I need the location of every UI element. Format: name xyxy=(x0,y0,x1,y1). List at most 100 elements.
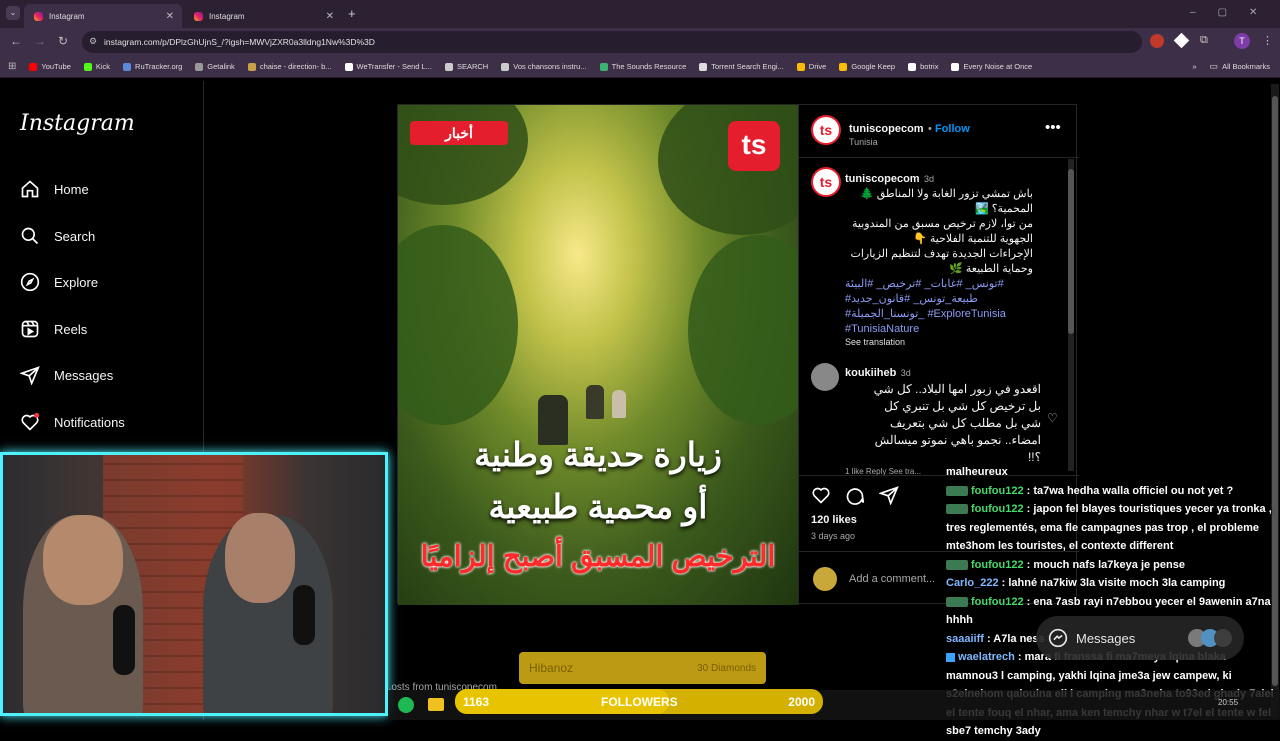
comment-bubble-icon xyxy=(846,488,865,505)
followers-label: FOLLOWERS xyxy=(601,695,678,709)
nav-home[interactable]: Home xyxy=(20,179,89,199)
microphone-left xyxy=(113,605,135,675)
nav-notifications[interactable]: Notifications xyxy=(20,412,125,432)
close-window-icon[interactable]: ✕ xyxy=(1249,7,1279,18)
chat-username[interactable]: foufou122 xyxy=(971,596,1024,608)
bookmark-item[interactable]: Google Keep xyxy=(839,62,895,71)
hashtag-line[interactable]: #طبيعة_تونس_ #قانون_جديد xyxy=(845,292,1033,307)
nav-search[interactable]: Search xyxy=(20,226,95,246)
bookmark-favicon-icon xyxy=(83,62,92,71)
bookmark-item[interactable]: botrix xyxy=(908,62,938,71)
bookmark-item[interactable]: WeTransfer - Send L... xyxy=(344,62,432,71)
caption-line: من توا، لازم ترخيص مسبق من المندوبية xyxy=(852,218,1033,230)
close-tab-icon[interactable]: ✕ xyxy=(166,11,174,22)
follow-button[interactable]: Follow xyxy=(935,123,970,135)
bookmark-item[interactable]: SEARCH xyxy=(444,62,488,71)
bookmark-label: YouTube xyxy=(41,62,71,71)
instagram-favicon-icon xyxy=(194,11,203,21)
bookmark-item[interactable]: Getalink xyxy=(195,62,235,71)
hashtag-line[interactable]: #تونسنا_الجميلة_ #ExploreTunisia xyxy=(845,307,1033,322)
nav-messages[interactable]: Messages xyxy=(20,365,113,385)
bookmark-favicon-icon xyxy=(699,62,708,71)
author-avatar[interactable]: ts xyxy=(811,115,841,145)
bookmark-item[interactable]: Kick xyxy=(83,62,110,71)
comment-line: امضاء.. نجمو باهي نموتو ميسالش xyxy=(874,433,1041,447)
like-comment-heart-icon[interactable]: ♡ xyxy=(1047,411,1058,425)
maximize-icon[interactable]: ▢ xyxy=(1218,7,1249,18)
post-location[interactable]: Tunisia xyxy=(849,137,970,147)
url-field[interactable]: ⚙ instagram.com/p/DPlzGhUjnS_/?igsh=MWVj… xyxy=(82,31,1142,53)
likes-count[interactable]: 120 likes xyxy=(811,514,857,526)
emoji-picker-icon[interactable] xyxy=(813,567,837,591)
bookmark-item[interactable]: Vos chansons instru... xyxy=(501,62,587,71)
microphone-right xyxy=(293,585,315,645)
bookmark-favicon-icon xyxy=(247,62,256,71)
nav-reels[interactable]: Reels xyxy=(20,319,87,339)
close-tab-icon[interactable]: ✕ xyxy=(326,11,334,22)
bookmark-item[interactable]: The Sounds Resource xyxy=(599,62,686,71)
hashtag-line[interactable]: #TunisiaNature xyxy=(845,322,1033,337)
send-icon xyxy=(20,366,40,385)
bookmark-favicon-icon xyxy=(344,62,353,71)
bookmark-item[interactable]: chaise - direction- b... xyxy=(247,62,332,71)
tab-title: Instagram xyxy=(49,11,85,21)
extensions-puzzle-icon[interactable]: ⧉ xyxy=(1200,34,1208,47)
hashtag-line[interactable]: تونس_ #غابات_ #ترخيص_ #البيئة# xyxy=(845,277,1033,292)
nav-label: Notifications xyxy=(54,414,125,430)
forward-arrow-icon[interactable]: → xyxy=(34,34,46,48)
tab-instagram-2[interactable]: Instagram ✕ xyxy=(184,4,342,28)
comment-button[interactable] xyxy=(845,485,865,510)
new-tab-button[interactable]: + xyxy=(348,6,356,21)
more-bookmarks-icon[interactable]: » xyxy=(1192,62,1196,71)
reload-icon[interactable]: ↻ xyxy=(58,34,68,48)
chat-text: : ta7wa hedha walla officiel ou not yet … xyxy=(1023,484,1234,497)
scrollbar-thumb[interactable] xyxy=(1068,169,1074,334)
chat-username[interactable]: foufou122 xyxy=(971,559,1024,571)
tab-search-dropdown[interactable]: ⌄ xyxy=(6,6,20,20)
bookmark-item[interactable]: Drive xyxy=(796,62,826,71)
caption-username[interactable]: tuniscopecom xyxy=(845,173,920,185)
messages-pill[interactable]: Messages xyxy=(1036,616,1244,660)
comments-scrollbar[interactable] xyxy=(1068,159,1074,471)
apps-grid-icon[interactable]: ⊞ xyxy=(8,61,16,72)
chat-username[interactable]: saaaiiff xyxy=(946,633,984,645)
chat-username[interactable]: foufou122 xyxy=(971,503,1024,515)
diamond-amount: 30 Diamonds xyxy=(697,662,756,674)
add-comment-input[interactable]: Add a comment... xyxy=(849,573,935,585)
file-explorer-icon[interactable] xyxy=(428,698,444,711)
chat-username[interactable]: waelatrech xyxy=(958,651,1015,663)
clock: 20:55 xyxy=(1218,698,1239,707)
like-button[interactable] xyxy=(811,485,831,510)
author-username[interactable]: tuniscopecom xyxy=(849,123,924,135)
more-options-icon[interactable]: ••• xyxy=(1045,119,1061,136)
all-bookmarks-folder[interactable]: ▭ All Bookmarks xyxy=(1210,61,1270,72)
diamond-alert: Hibanoz 30 Diamonds xyxy=(519,652,766,684)
share-button[interactable] xyxy=(878,485,899,510)
commenter-username[interactable]: koukiiheb xyxy=(845,367,896,379)
bookmark-item[interactable]: Torrent Search Engi... xyxy=(699,62,784,71)
nav-label: Explore xyxy=(54,274,99,290)
instagram-logo[interactable]: Instagram xyxy=(20,111,135,136)
site-info-icon[interactable]: ⚙ xyxy=(89,36,97,47)
see-translation-link[interactable]: See translation xyxy=(845,337,1033,347)
menu-kebab-icon[interactable]: ⋮ xyxy=(1262,34,1273,47)
spotify-icon[interactable] xyxy=(398,697,414,713)
bookmark-item[interactable]: YouTube xyxy=(29,62,71,71)
profile-avatar[interactable]: T xyxy=(1234,33,1250,49)
chat-message: malheureux xyxy=(946,463,1280,482)
post-image[interactable]: أخبار ts زيارة حديقة وطنية أو محمية طبيع… xyxy=(398,105,798,605)
commenter-avatar[interactable] xyxy=(811,363,839,391)
nav-explore[interactable]: Explore xyxy=(20,272,98,292)
caption-avatar[interactable]: ts xyxy=(811,167,841,197)
bookmark-item[interactable]: RuTracker.org xyxy=(123,62,182,71)
extension-diamond-icon[interactable] xyxy=(1173,32,1190,49)
extension-icon[interactable] xyxy=(1150,34,1164,48)
instagram-favicon-icon xyxy=(34,11,43,21)
tab-instagram-1[interactable]: Instagram ✕ xyxy=(24,4,182,28)
chat-username[interactable]: Carlo_222 xyxy=(946,577,999,589)
minimize-icon[interactable]: – xyxy=(1190,7,1218,18)
chat-username[interactable]: foufou122 xyxy=(971,485,1024,497)
back-arrow-icon[interactable]: ← xyxy=(10,34,22,48)
bookmark-favicon-icon xyxy=(29,62,38,71)
bookmark-item[interactable]: Every Noise at Once xyxy=(951,62,1032,71)
